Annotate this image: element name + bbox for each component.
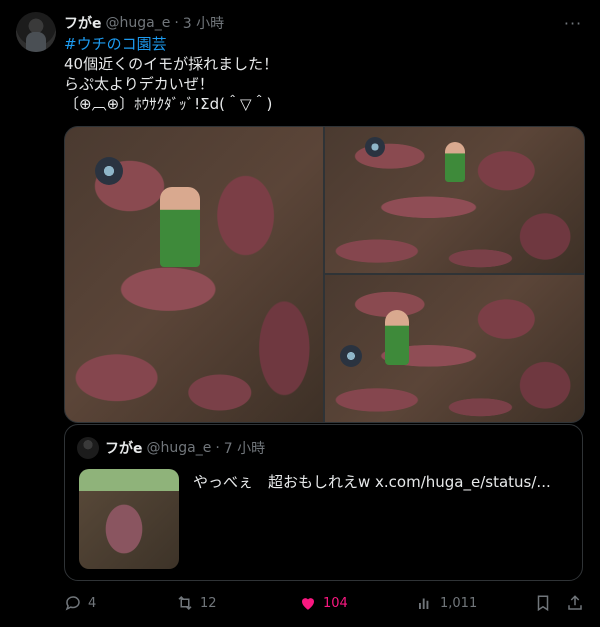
action-bar: 4 12 104 1,011 bbox=[64, 594, 584, 614]
repost-count: 12 bbox=[200, 595, 217, 611]
views-icon bbox=[419, 598, 429, 609]
handle[interactable]: @huga_e bbox=[106, 15, 171, 31]
tweet-line-2: らぷ太よりデカいぜ！ bbox=[64, 75, 214, 93]
heart-icon bbox=[302, 598, 314, 610]
tweet-header: フがe @huga_e · 3 小時 bbox=[64, 12, 584, 34]
quote-timestamp: 7 小時 bbox=[223, 441, 266, 457]
reply-button[interactable]: 4 bbox=[64, 594, 96, 612]
quote-thumbnail bbox=[79, 469, 179, 569]
avatar[interactable] bbox=[16, 12, 56, 52]
repost-icon bbox=[178, 595, 192, 611]
quoted-tweet[interactable]: フがe @huga_e · 7 小時 やっべぇ 超おもしれえw x.com/hu… bbox=[64, 424, 583, 581]
media-grid bbox=[64, 126, 585, 423]
photo-1[interactable] bbox=[65, 127, 323, 422]
more-icon[interactable]: ··· bbox=[562, 12, 584, 34]
separator: · bbox=[174, 15, 179, 31]
like-button[interactable]: 104 bbox=[299, 594, 348, 612]
photo-2[interactable] bbox=[325, 127, 584, 273]
views-button[interactable]: 1,011 bbox=[416, 594, 477, 612]
photo-3[interactable] bbox=[325, 275, 584, 422]
views-count: 1,011 bbox=[440, 595, 478, 611]
repost-button[interactable]: 12 bbox=[176, 594, 217, 612]
quote-handle: @huga_e bbox=[146, 440, 212, 456]
quote-avatar bbox=[77, 437, 99, 459]
quote-separator: · bbox=[215, 440, 220, 456]
display-name[interactable]: フがe bbox=[64, 13, 102, 33]
reply-icon bbox=[65, 596, 80, 611]
share-icon bbox=[568, 595, 582, 610]
quote-display-name: フがe bbox=[105, 441, 143, 457]
bookmark-icon bbox=[537, 595, 549, 612]
quote-header: フがe @huga_e · 7 小時 bbox=[105, 438, 265, 458]
tweet-text: #ウチのコ園芸 40個近くのイモが採れました！ らぷ太よりデカいぜ！ 〔⊕︹⊕〕… bbox=[64, 34, 580, 114]
tweet-line-3: 〔⊕︹⊕〕ﾎｳｻｸﾀﾞｯﾞ!Σd(＾▽＾) bbox=[64, 95, 273, 113]
quote-text: やっべぇ 超おもしれえw x.com/huga_e/status/... bbox=[193, 473, 551, 491]
hashtag-link[interactable]: #ウチのコ園芸 bbox=[64, 35, 167, 53]
reply-count: 4 bbox=[88, 595, 97, 611]
like-count: 104 bbox=[323, 595, 348, 611]
tweet-line-1: 40個近くのイモが採れました！ bbox=[64, 55, 279, 73]
timestamp[interactable]: 3 小時 bbox=[183, 13, 224, 33]
share-button[interactable] bbox=[566, 594, 584, 612]
bookmark-button[interactable] bbox=[534, 594, 552, 612]
